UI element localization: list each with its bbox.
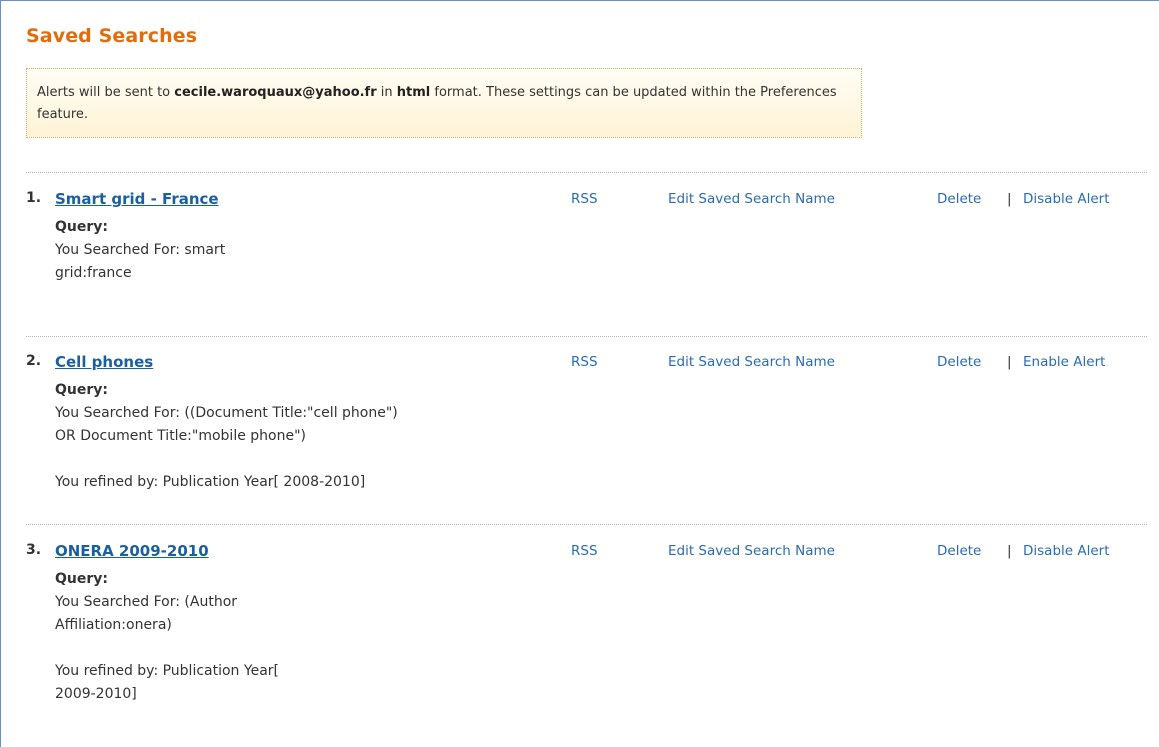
divider bbox=[26, 172, 1147, 173]
edit-saved-search-name-link[interactable]: Edit Saved Search Name bbox=[668, 354, 835, 370]
query-label: Query: bbox=[55, 219, 108, 235]
saved-search-header: 3. ONERA 2009-2010 RSS Edit Saved Search… bbox=[26, 542, 1147, 566]
searched-for-line: grid:france bbox=[55, 265, 132, 281]
searched-for-line: Affiliation:onera) bbox=[55, 617, 172, 633]
link-separator: | bbox=[1007, 354, 1012, 370]
link-separator: | bbox=[1007, 543, 1012, 559]
link-separator: | bbox=[1007, 191, 1012, 207]
query-details: Query: You Searched For: smart grid:fran… bbox=[55, 216, 545, 285]
saved-search-item: 1. Smart grid - France RSS Edit Saved Se… bbox=[26, 190, 1147, 285]
saved-search-header: 1. Smart grid - France RSS Edit Saved Se… bbox=[26, 190, 1147, 214]
searched-for-line: You Searched For: ((Document Title:"cell… bbox=[55, 405, 398, 421]
edit-saved-search-name-link[interactable]: Edit Saved Search Name bbox=[668, 191, 835, 207]
divider bbox=[26, 336, 1147, 337]
query-label: Query: bbox=[55, 382, 108, 398]
item-number: 3. bbox=[26, 542, 42, 558]
disable-alert-link[interactable]: Disable Alert bbox=[1023, 191, 1110, 207]
refined-by-line: 2009-2010] bbox=[55, 686, 137, 702]
item-number: 2. bbox=[26, 353, 42, 369]
saved-search-header: 2. Cell phones RSS Edit Saved Search Nam… bbox=[26, 353, 1147, 377]
searched-for-line: You Searched For: smart bbox=[55, 242, 226, 258]
notice-email: cecile.waroquaux@yahoo.fr bbox=[174, 85, 377, 100]
alert-settings-notice: Alerts will be sent to cecile.waroquaux@… bbox=[26, 68, 862, 138]
rss-link[interactable]: RSS bbox=[571, 191, 598, 207]
query-label: Query: bbox=[55, 571, 108, 587]
notice-middle: in bbox=[376, 85, 397, 100]
saved-search-name-link[interactable]: Cell phones bbox=[55, 353, 153, 371]
saved-search-item: 3. ONERA 2009-2010 RSS Edit Saved Search… bbox=[26, 542, 1147, 706]
searched-for-line: OR Document Title:"mobile phone") bbox=[55, 428, 306, 444]
notice-format: html bbox=[396, 85, 431, 100]
item-number: 1. bbox=[26, 190, 42, 206]
saved-searches-page: Saved Searches Alerts will be sent to ce… bbox=[0, 0, 1159, 747]
searched-for-line: You Searched For: (Author bbox=[55, 594, 238, 610]
saved-search-item: 2. Cell phones RSS Edit Saved Search Nam… bbox=[26, 353, 1147, 494]
query-details: Query: You Searched For: (Author Affilia… bbox=[55, 568, 545, 706]
edit-saved-search-name-link[interactable]: Edit Saved Search Name bbox=[668, 543, 835, 559]
delete-link[interactable]: Delete bbox=[937, 354, 981, 370]
refined-by-line: You refined by: Publication Year[ bbox=[55, 663, 279, 679]
disable-alert-link[interactable]: Disable Alert bbox=[1023, 543, 1110, 559]
saved-search-name-link[interactable]: ONERA 2009-2010 bbox=[55, 542, 209, 560]
rss-link[interactable]: RSS bbox=[571, 354, 598, 370]
notice-prefix: Alerts will be sent to bbox=[37, 85, 175, 100]
rss-link[interactable]: RSS bbox=[571, 543, 598, 559]
divider bbox=[26, 524, 1147, 525]
query-details: Query: You Searched For: ((Document Titl… bbox=[55, 379, 545, 494]
enable-alert-link[interactable]: Enable Alert bbox=[1023, 354, 1105, 370]
page-title: Saved Searches bbox=[26, 25, 198, 47]
delete-link[interactable]: Delete bbox=[937, 543, 981, 559]
saved-search-name-link[interactable]: Smart grid - France bbox=[55, 190, 219, 208]
refined-by-line: You refined by: Publication Year[ 2008-2… bbox=[55, 474, 366, 490]
delete-link[interactable]: Delete bbox=[937, 191, 981, 207]
